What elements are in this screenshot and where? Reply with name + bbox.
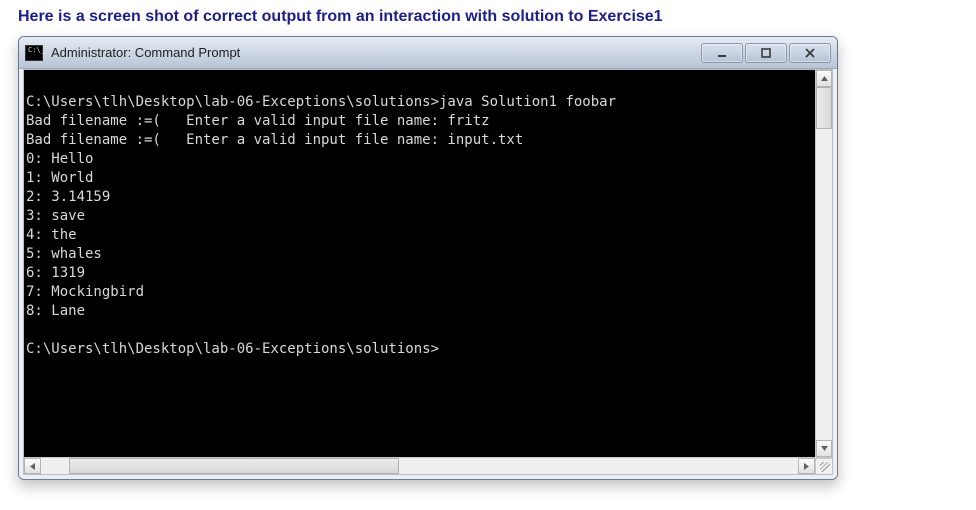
scroll-down-button[interactable] xyxy=(816,440,832,457)
close-button[interactable] xyxy=(789,43,831,63)
scroll-left-button[interactable] xyxy=(24,458,41,474)
chevron-up-icon xyxy=(820,74,829,83)
minimize-icon xyxy=(716,47,728,59)
scroll-up-button[interactable] xyxy=(816,70,832,87)
resize-grip[interactable] xyxy=(815,458,832,474)
horizontal-scroll-track[interactable] xyxy=(41,458,798,474)
horizontal-scrollbar[interactable] xyxy=(24,457,832,474)
chevron-left-icon xyxy=(28,462,37,471)
window-title: Administrator: Command Prompt xyxy=(51,45,240,60)
close-icon xyxy=(804,47,816,59)
horizontal-scroll-thumb[interactable] xyxy=(69,458,399,474)
command-prompt-window: Administrator: Command Prompt C:\Users\t… xyxy=(18,36,838,480)
window-titlebar[interactable]: Administrator: Command Prompt xyxy=(19,37,837,69)
maximize-button[interactable] xyxy=(745,43,787,63)
window-client-frame: C:\Users\tlh\Desktop\lab-06-Exceptions\s… xyxy=(19,69,837,479)
page-caption: Here is a screen shot of correct output … xyxy=(0,0,976,32)
vertical-scroll-thumb[interactable] xyxy=(816,87,832,129)
window-client-area: C:\Users\tlh\Desktop\lab-06-Exceptions\s… xyxy=(23,69,833,475)
terminal-output: C:\Users\tlh\Desktop\lab-06-Exceptions\s… xyxy=(24,70,832,361)
terminal-viewport[interactable]: C:\Users\tlh\Desktop\lab-06-Exceptions\s… xyxy=(24,70,832,457)
maximize-icon xyxy=(760,47,772,59)
minimize-button[interactable] xyxy=(701,43,743,63)
scroll-right-button[interactable] xyxy=(798,458,815,474)
window-controls xyxy=(699,43,831,63)
vertical-scroll-track[interactable] xyxy=(816,87,832,440)
chevron-right-icon xyxy=(802,462,811,471)
vertical-scrollbar[interactable] xyxy=(815,70,832,457)
cmd-icon xyxy=(25,45,43,61)
chevron-down-icon xyxy=(820,444,829,453)
